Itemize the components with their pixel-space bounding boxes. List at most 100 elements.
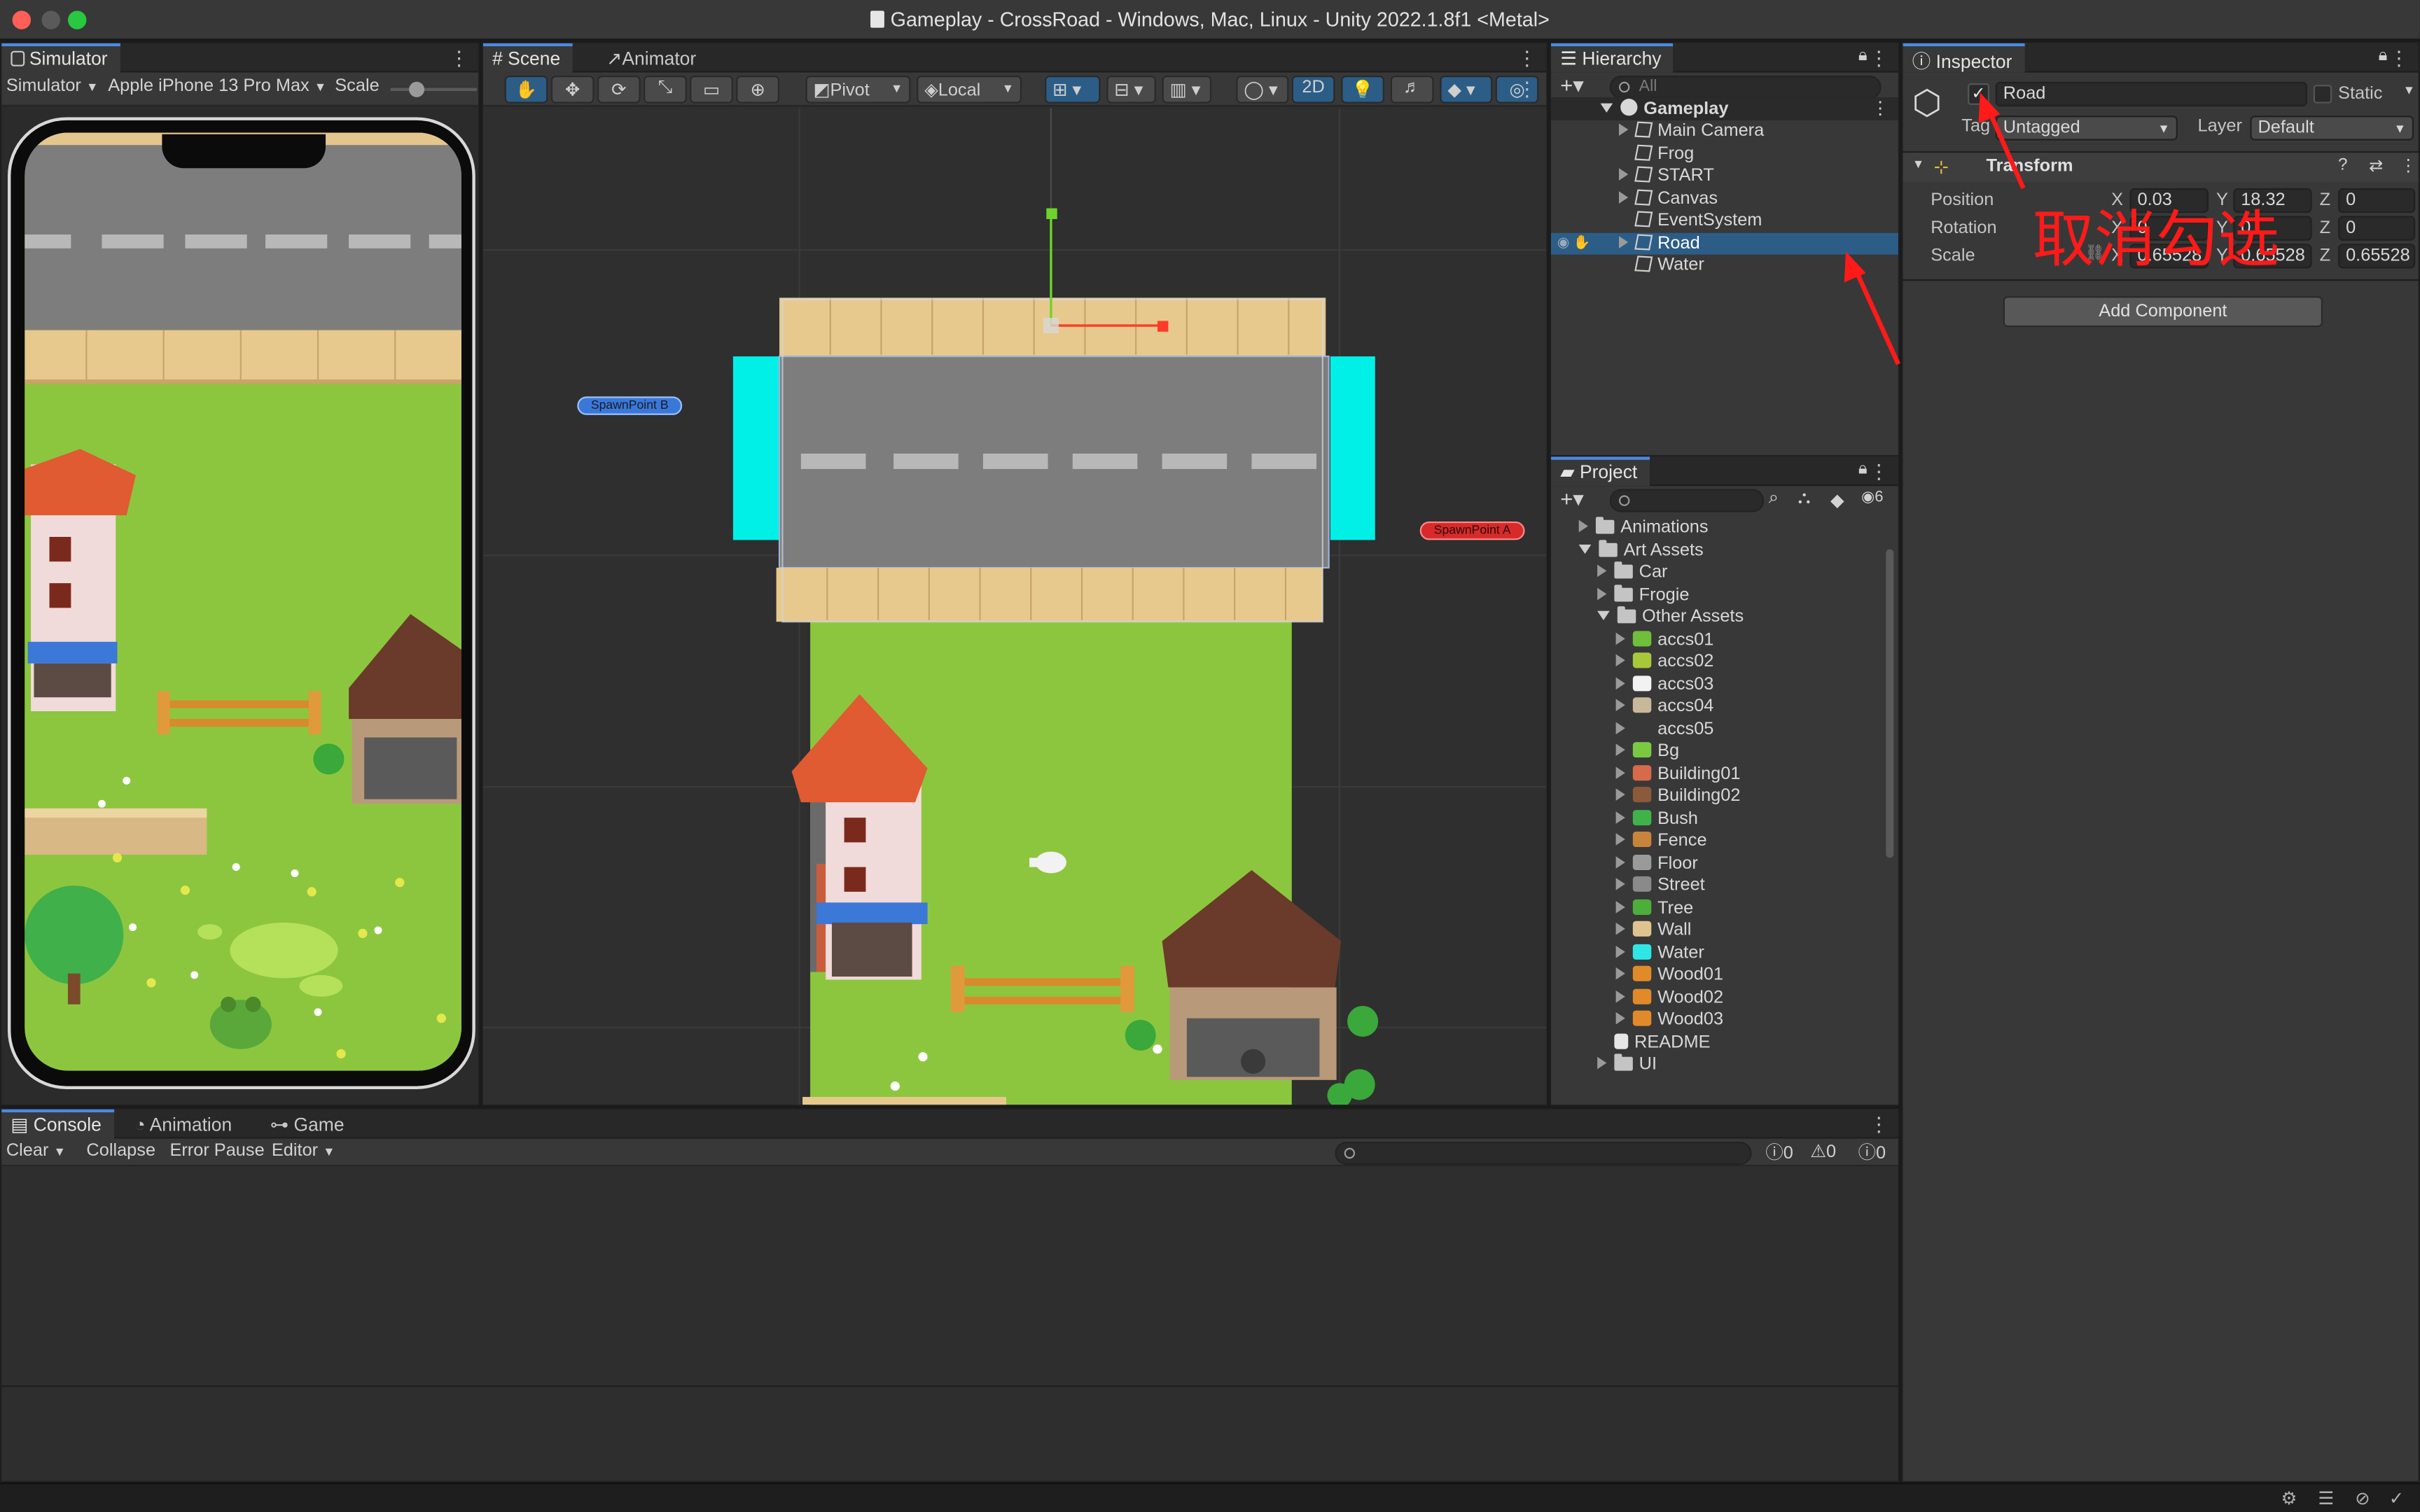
preset-icon[interactable]: ⇄ [2369,156,2383,176]
chevron-down-icon[interactable] [1578,543,1592,554]
grid-snap-icon[interactable]: ⊞ ▾ [1045,75,1101,104]
scene-menu-icon[interactable]: ⋮ [1517,46,1538,71]
transform-tool-icon[interactable]: ⊕ [736,75,780,104]
add-component-button[interactable]: Add Component [2003,296,2323,328]
rotation-z-field[interactable]: 0 [2338,216,2416,241]
info-count-toggle[interactable]: ⓘ0 [1765,1140,1793,1165]
project-item[interactable]: Water [1551,942,1898,965]
chevron-right-icon[interactable] [1618,168,1629,181]
project-item[interactable]: Bush [1551,808,1898,830]
project-item[interactable]: UI [1551,1054,1898,1076]
network-icon[interactable]: ⊘ [2355,1488,2370,1508]
chevron-right-icon[interactable] [1597,564,1607,578]
chevron-right-icon[interactable] [1615,967,1625,980]
ruler-icon[interactable]: ▥ ▾ [1162,75,1212,104]
project-item[interactable]: Wall [1551,920,1898,942]
static-checkbox[interactable] [2313,85,2332,104]
add-icon[interactable]: +▾ [1560,73,1584,99]
chevron-right-icon[interactable] [1615,766,1625,778]
project-scrollbar[interactable] [1886,549,1894,858]
tab-project[interactable]: ▰ Project [1551,456,1650,486]
project-item[interactable]: accs02 [1551,651,1898,673]
audio-icon[interactable]: ♬ [1390,75,1434,104]
tab-inspector[interactable]: ⓘ Inspector [1903,43,2025,73]
project-item[interactable]: accs04 [1551,696,1898,718]
tab-game[interactable]: ⊶ Game [260,1110,356,1139]
component-menu-icon[interactable]: ⋮ [2400,156,2416,176]
warning-count-toggle[interactable]: ⚠0 [1810,1140,1836,1161]
collapse-button[interactable]: Collapse [86,1142,155,1160]
project-item[interactable]: Car [1551,561,1898,584]
chevron-right-icon[interactable] [1615,811,1625,823]
chevron-right-icon[interactable] [1615,699,1625,712]
hierarchy-root-row[interactable]: Gameplay ⋮ [1551,97,1898,120]
2d-toggle[interactable]: 2D [1291,75,1335,104]
project-item[interactable]: Wood01 [1551,965,1898,987]
tab-simulator[interactable]: Simulator [1,43,120,73]
tab-console[interactable]: ▤ Console [1,1109,114,1139]
project-item[interactable]: Art Assets [1551,539,1898,561]
object-name-field[interactable]: Road [1995,81,2307,107]
effects-icon[interactable]: ◆ ▾ [1440,75,1493,104]
project-item[interactable]: Building02 [1551,785,1898,808]
hierarchy-item[interactable]: Canvas [1551,188,1898,210]
scale-slider-track[interactable] [390,88,478,92]
editor-dropdown[interactable]: Editor ▼ [272,1142,335,1160]
chevron-right-icon[interactable] [1615,1011,1625,1025]
project-item[interactable]: Floor [1551,853,1898,875]
project-item[interactable]: accs01 [1551,629,1898,651]
project-item[interactable]: Animations [1551,517,1898,539]
project-search-input[interactable] [1609,489,1765,512]
project-item[interactable]: Building01 [1551,763,1898,785]
search-by-type-icon[interactable]: ⌕ [1769,489,1779,510]
simulator-menu-icon[interactable]: ⋮ [449,46,469,71]
chevron-right-icon[interactable] [1618,123,1629,136]
spawnpoint-a-label[interactable]: SpawnPoint A [1419,521,1525,540]
debug-icon[interactable]: ⚙ [2281,1488,2297,1508]
device-dropdown[interactable]: Apple iPhone 13 Pro Max ▼ [108,77,326,95]
hierarchy-item[interactable]: EventSystem [1551,210,1898,232]
lock-icon[interactable]: 🔒︎ [2379,46,2388,66]
eye-icon[interactable]: ◉ ✋ [1557,234,1591,251]
lock-icon[interactable]: 🔒︎ [1858,460,1868,480]
console-menu-icon[interactable]: ⋮ [1869,1112,1889,1137]
chevron-right-icon[interactable] [1618,190,1629,203]
lighting-icon[interactable]: 💡 [1341,75,1384,104]
hierarchy-menu-icon[interactable]: ⋮ [1869,46,1889,71]
console-splitter[interactable] [1,1385,1898,1387]
project-item[interactable]: accs03 [1551,673,1898,696]
simulator-mode-dropdown[interactable]: Simulator ▼ [6,77,99,95]
hierarchy-item[interactable]: Frog [1551,143,1898,165]
hand-tool-icon[interactable]: ✋ [504,75,548,104]
root-menu-icon[interactable]: ⋮ [1871,97,1889,118]
chevron-right-icon[interactable] [1615,922,1625,935]
add-icon[interactable]: +▾ [1560,486,1584,512]
chevron-right-icon[interactable] [1615,989,1625,1002]
transform-header[interactable]: ▼ ⊹ Transform ? ⇄ ⋮ [1903,153,2419,183]
project-item[interactable]: README [1551,1031,1898,1054]
tab-scene[interactable]: # Scene [482,43,573,73]
scale-tool-icon[interactable]: ⤡ [644,75,687,104]
scale-slider-thumb[interactable] [409,81,425,97]
chevron-right-icon[interactable] [1615,721,1625,734]
project-item[interactable]: Fence [1551,830,1898,853]
chevron-right-icon[interactable] [1615,676,1625,690]
layers-icon[interactable]: ☰ [2318,1488,2334,1508]
rotate-tool-icon[interactable]: ⟳ [597,75,641,104]
chevron-right-icon[interactable] [1615,878,1625,890]
project-item[interactable]: Frogie [1551,584,1898,606]
chevron-right-icon[interactable] [1615,788,1625,801]
check-status-icon[interactable]: ✓ [2389,1488,2404,1508]
project-menu-icon[interactable]: ⋮ [1869,460,1889,484]
tab-hierarchy[interactable]: ☰ Hierarchy [1551,43,1674,73]
rect-tool-icon[interactable]: ▭ [690,75,733,104]
chevron-right-icon[interactable] [1615,743,1625,756]
hidden-packages-icon[interactable]: ◉6 [1861,489,1884,506]
console-search-input[interactable] [1335,1141,1752,1166]
snap-increment-icon[interactable]: ⊟ ▾ [1106,75,1156,104]
chevron-right-icon[interactable] [1615,631,1625,645]
chevron-right-icon[interactable] [1597,587,1607,600]
tab-animation[interactable]: ◔ Animation [125,1110,244,1139]
spawnpoint-b-label[interactable]: SpawnPoint B [577,396,683,415]
help-icon[interactable]: ? [2338,156,2347,174]
